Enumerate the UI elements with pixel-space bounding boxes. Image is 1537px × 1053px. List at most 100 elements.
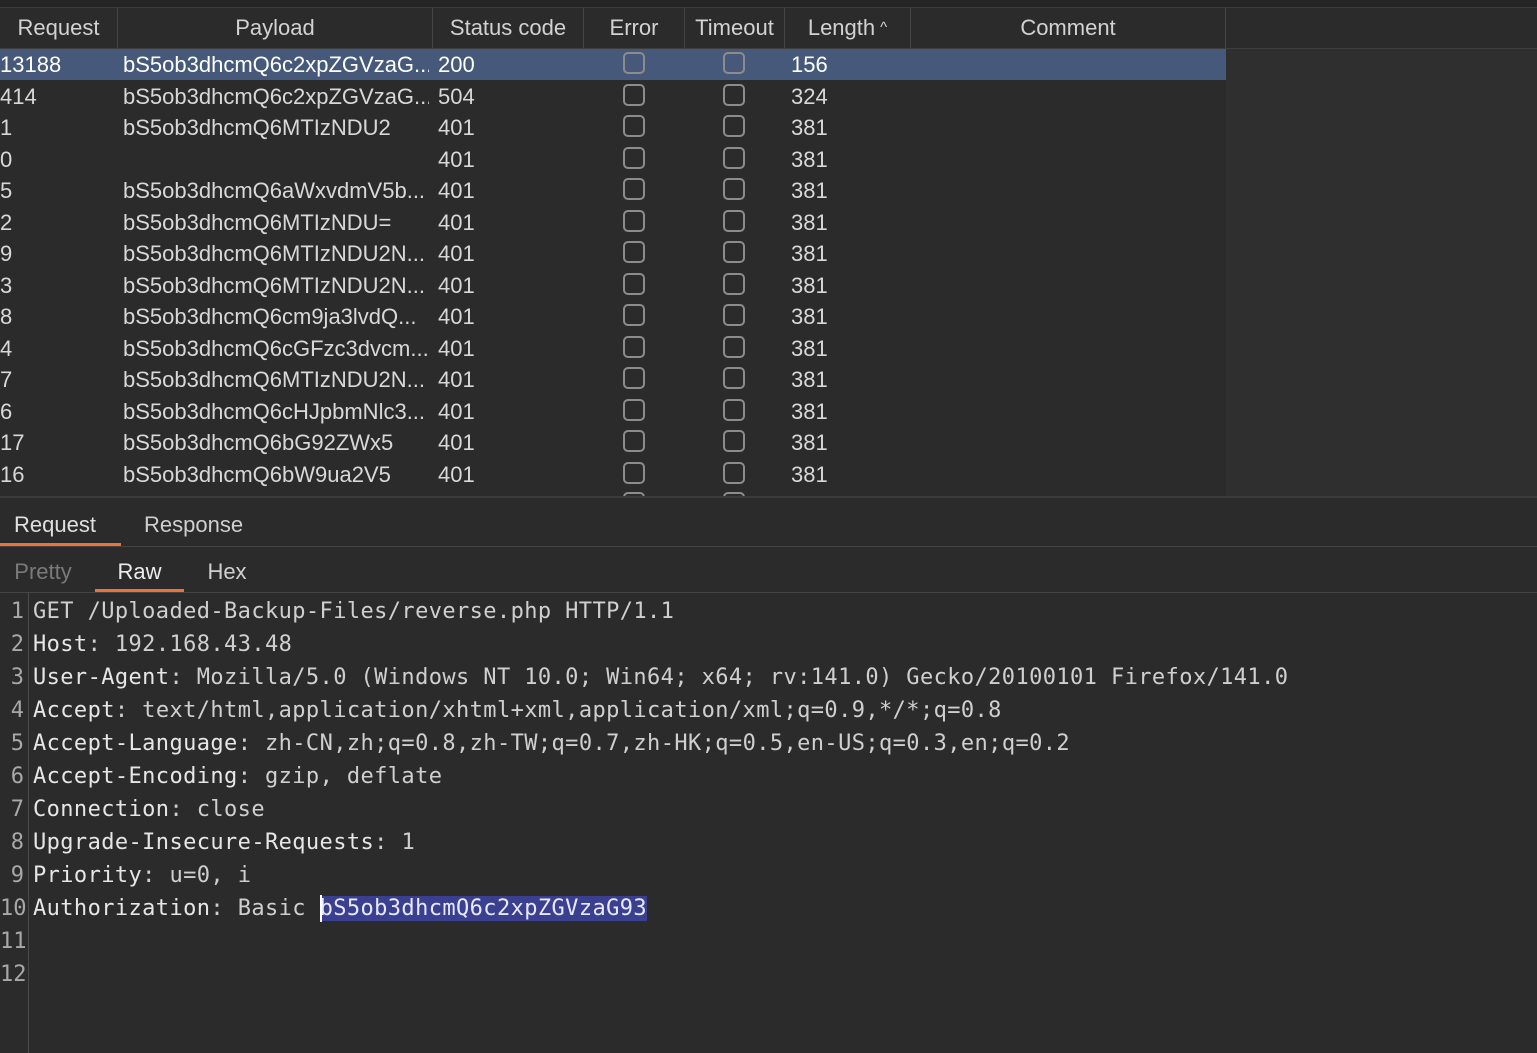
header-value: text/html,application/xhtml+xml,applicat… [142, 698, 1002, 723]
raw-request-editor[interactable]: 1 GET /Uploaded-Backup-Files/reverse.php … [0, 593, 1537, 1053]
timeout-checkbox[interactable] [723, 52, 745, 74]
cell-status-code: 401 [438, 209, 475, 235]
error-checkbox[interactable] [623, 367, 645, 389]
cell-length: 156 [791, 52, 828, 77]
cell-payload: bS5ob3dhcmQ6aWxvdmV5b... [123, 178, 426, 203]
column-header-payload[interactable]: Payload [118, 8, 433, 48]
error-checkbox[interactable] [623, 52, 645, 74]
error-checkbox[interactable] [623, 304, 645, 326]
cell-length: 381 [791, 241, 828, 266]
header-value: 192.168.43.48 [114, 632, 293, 657]
line-text: Authorization: Basic bS5ob3dhcmQ6c2xpZGV… [33, 892, 648, 925]
column-header-request[interactable]: Request [0, 8, 118, 48]
timeout-checkbox[interactable] [723, 83, 745, 106]
header-separator: : [169, 665, 197, 690]
table-row[interactable]: 5 bS5ob3dhcmQ6aWxvdmV5b... 401 381 [0, 175, 1226, 206]
column-header-comment[interactable]: Comment [911, 8, 1226, 48]
error-checkbox[interactable] [623, 461, 645, 484]
tab-response[interactable]: Response [130, 500, 260, 546]
table-row[interactable]: 16 bS5ob3dhcmQ6bW9ua2V5 401 381 [0, 459, 1226, 490]
table-row[interactable]: 17 bS5ob3dhcmQ6bG92ZWx5 401 381 [0, 427, 1226, 458]
column-header-comment-label: Comment [1020, 15, 1116, 40]
line-number: 1 [10, 599, 24, 624]
table-row[interactable]: 414 bS5ob3dhcmQ6c2xpZGVzaG... 504 324 [0, 81, 1226, 112]
cell-payload: bS5ob3dhcmQ6MTIzNDU2 [123, 115, 391, 140]
table-header: Request Payload Status code Error Timeou… [0, 8, 1537, 49]
line-number: 2 [10, 632, 24, 657]
column-header-error[interactable]: Error [584, 8, 685, 48]
tab-hex[interactable]: Hex [195, 547, 259, 592]
tab-request[interactable]: Request [0, 500, 121, 546]
line-number: 3 [10, 665, 24, 690]
header-name: Priority [33, 863, 143, 888]
editor-line: 7 Connection: close [0, 793, 1537, 826]
table-row[interactable]: 4 bS5ob3dhcmQ6cGFzc3dvcm... 401 381 [0, 333, 1226, 364]
editor-line: 9 Priority: u=0, i [0, 859, 1537, 892]
timeout-checkbox[interactable] [723, 178, 745, 200]
message-viewer: Request Response Pretty Raw Hex 1 GET /Up… [0, 500, 1537, 1053]
timeout-checkbox[interactable] [723, 430, 745, 452]
column-header-length[interactable]: Length ^ [785, 8, 911, 48]
editor-line: 5 Accept-Language: zh-CN,zh;q=0.8,zh-TW;q… [0, 727, 1537, 760]
line-number: 8 [10, 830, 24, 855]
timeout-checkbox[interactable] [723, 241, 745, 263]
error-checkbox[interactable] [623, 398, 645, 421]
timeout-checkbox[interactable] [723, 146, 745, 169]
line-number: 4 [10, 698, 24, 723]
table-row[interactable]: 7 bS5ob3dhcmQ6MTIzNDU2N... 401 381 [0, 364, 1226, 395]
line-text: Accept: text/html,application/xhtml+xml,… [33, 694, 1002, 727]
editor-line: 2 Host: 192.168.43.48 [0, 628, 1537, 661]
table-row[interactable]: 2 bS5ob3dhcmQ6MTIzNDU= 401 381 [0, 207, 1226, 238]
error-checkbox[interactable] [623, 209, 645, 232]
error-checkbox[interactable] [623, 335, 645, 358]
error-checkbox[interactable] [623, 83, 645, 106]
header-value: u=0, i [169, 863, 252, 888]
timeout-checkbox[interactable] [723, 209, 745, 232]
error-checkbox[interactable] [623, 178, 645, 200]
cell-length: 324 [791, 83, 828, 109]
column-header-timeout[interactable]: Timeout [685, 8, 785, 48]
error-checkbox[interactable] [623, 115, 645, 137]
header-value: gzip, deflate [264, 764, 443, 789]
column-header-status-code[interactable]: Status code [433, 8, 584, 48]
tab-raw[interactable]: Raw [95, 547, 184, 592]
cell-status-code: 401 [438, 430, 475, 455]
error-checkbox[interactable] [623, 241, 645, 263]
timeout-checkbox[interactable] [723, 115, 745, 137]
cell-length: 381 [791, 272, 828, 298]
pane-splitter[interactable] [0, 496, 1537, 498]
tab-pretty[interactable]: Pretty [0, 547, 86, 592]
timeout-checkbox[interactable] [723, 398, 745, 421]
view-mode-tabs: Pretty Raw Hex [0, 547, 1537, 593]
line-number: 9 [10, 863, 24, 888]
timeout-checkbox[interactable] [723, 335, 745, 358]
header-separator: : [142, 863, 170, 888]
table-row[interactable]: 3 bS5ob3dhcmQ6MTIzNDU2N... 401 381 [0, 270, 1226, 301]
error-checkbox[interactable] [623, 272, 645, 295]
table-row[interactable]: 1 bS5ob3dhcmQ6MTIzNDU2 401 381 [0, 112, 1226, 143]
cell-payload: bS5ob3dhcmQ6bW9ua2V5 [123, 461, 391, 487]
timeout-checkbox[interactable] [723, 272, 745, 295]
timeout-checkbox[interactable] [723, 304, 745, 326]
timeout-checkbox[interactable] [723, 461, 745, 484]
table-row[interactable]: 0 401 381 [0, 144, 1226, 175]
cell-payload: bS5ob3dhcmQ6cm9ja3lvdQ... [123, 304, 417, 329]
header-separator: : [237, 731, 265, 756]
table-row[interactable]: 6 bS5ob3dhcmQ6cHJpbmNlc3... 401 381 [0, 396, 1226, 427]
cell-payload: bS5ob3dhcmQ6MTIzNDU2N... [123, 272, 425, 298]
timeout-checkbox[interactable] [723, 367, 745, 389]
cell-status-code: 401 [438, 461, 475, 487]
table-row[interactable]: 8 bS5ob3dhcmQ6cm9ja3lvdQ... 401 381 [0, 301, 1226, 332]
table-row[interactable]: 9 bS5ob3dhcmQ6MTIzNDU2N... 401 381 [0, 238, 1226, 269]
header-value: close [196, 797, 265, 822]
editor-line: 3 User-Agent: Mozilla/5.0 (Windows NT 10.… [0, 661, 1537, 694]
cell-status-code: 200 [438, 52, 475, 77]
table-row[interactable]: 13188 bS5ob3dhcmQ6c2xpZGVzaG... 200 156 [0, 49, 1226, 80]
tab-raw-label: Raw [117, 559, 162, 584]
selected-credential-text[interactable]: bS5ob3dhcmQ6c2xpZGVzaG93 [319, 896, 648, 921]
cell-request-number: 8 [0, 304, 13, 329]
table-top-border [0, 0, 1537, 8]
editor-line: 8 Upgrade-Insecure-Requests: 1 [0, 826, 1537, 859]
error-checkbox[interactable] [623, 146, 645, 169]
error-checkbox[interactable] [623, 430, 645, 452]
